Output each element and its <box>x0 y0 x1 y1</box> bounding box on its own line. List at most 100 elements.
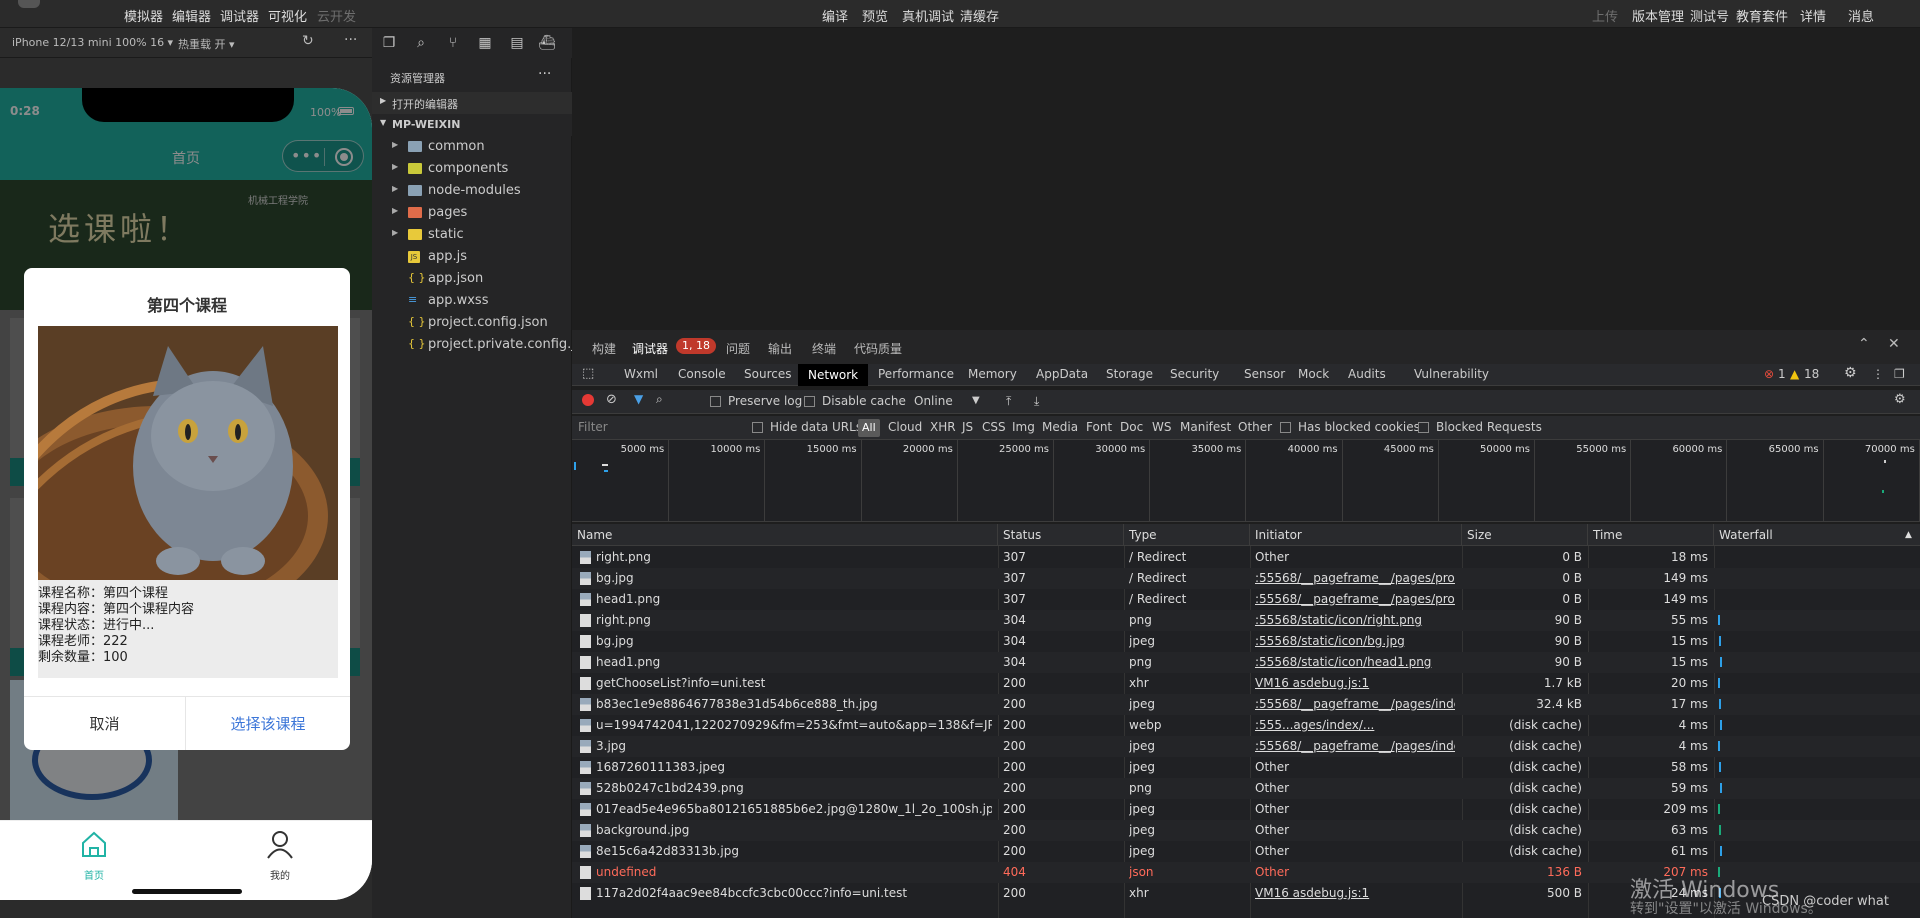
compile-button[interactable]: 编译 <box>822 6 848 25</box>
filter-media[interactable]: Media <box>1042 420 1078 434</box>
tab-debugger[interactable]: 调试器 <box>632 340 668 357</box>
blocked-cookies-checkbox[interactable] <box>1280 422 1291 433</box>
tab-vulnerability[interactable]: Vulnerability <box>1414 367 1489 381</box>
messages-button[interactable]: 消息 <box>1848 6 1874 25</box>
col-status[interactable]: Status <box>998 524 1124 546</box>
cancel-button[interactable]: 取消 <box>24 697 186 750</box>
menu-visual[interactable]: 可视化 <box>268 6 307 25</box>
tab-sources[interactable]: Sources <box>744 367 791 381</box>
filter-js[interactable]: JS <box>962 420 973 434</box>
filter-manifest[interactable]: Manifest <box>1180 420 1231 434</box>
gear-icon[interactable]: ⚙ <box>1844 365 1857 381</box>
cell-initiator[interactable]: VM16 asdebug.js:1 <box>1255 886 1455 900</box>
file-tree-item[interactable]: ▶ pages <box>372 202 572 224</box>
filter-css[interactable]: CSS <box>982 420 1006 434</box>
cell-initiator[interactable]: :55568/__pageframe__/pages/profile... <box>1255 571 1455 585</box>
tab-problems[interactable]: 问题 <box>726 340 750 357</box>
inspect-icon[interactable]: ⬚ <box>582 366 594 381</box>
table-row[interactable]: 8e15c6a42d83313b.jpg 200 jpeg Other (disk ca… <box>572 841 1920 862</box>
menu-editor[interactable]: 编辑器 <box>172 6 211 25</box>
table-row[interactable]: 1687260111383.jpeg 200 jpeg Other (disk cach… <box>572 757 1920 778</box>
table-row[interactable]: head1.png 304 png:55568/static/icon/head1.… <box>572 652 1920 673</box>
filter-doc[interactable]: Doc <box>1120 420 1143 434</box>
file-tree-item[interactable]: { } app.json <box>372 268 572 290</box>
filter-icon[interactable]: ▼ <box>634 392 643 406</box>
tab-performance[interactable]: Performance <box>878 367 954 381</box>
cell-initiator[interactable]: :55568/__pageframe__/pages/index/... <box>1255 739 1455 753</box>
menu-simulator[interactable]: 模拟器 <box>124 6 163 25</box>
kebab-menu-icon[interactable]: ⋮ <box>1872 367 1884 381</box>
file-tree-item[interactable]: ▶ static <box>372 224 572 246</box>
file-tree-item[interactable]: ▶ components <box>372 158 572 180</box>
table-row[interactable]: u=1994742041,1220270929&fm=253&fmt=auto&… <box>572 715 1920 736</box>
upload-button[interactable]: 上传 <box>1592 6 1618 25</box>
filter-cloud[interactable]: Cloud <box>888 420 922 434</box>
extensions-icon[interactable]: ▦ <box>476 34 494 52</box>
network-overview[interactable]: 5000 ms 10000 ms 15000 ms 20000 ms 25000 ms 3… <box>572 440 1920 522</box>
filter-img[interactable]: Img <box>1012 420 1035 434</box>
file-tree-item[interactable]: ▶ node-modules <box>372 180 572 202</box>
menu-debugger[interactable]: 调试器 <box>220 6 259 25</box>
filter-other[interactable]: Other <box>1238 420 1272 434</box>
chevron-up-icon[interactable]: ⌃ <box>1858 336 1870 352</box>
open-editors-section[interactable]: ▶ 打开的编辑器 <box>372 92 572 114</box>
table-row[interactable]: b83ec1e9e8864677838e31d54b6ce888_th.jpg 2… <box>572 694 1920 715</box>
more-icon[interactable]: ··· <box>344 32 357 48</box>
filter-all[interactable]: All <box>858 419 880 437</box>
source-control-icon[interactable]: ⑂ <box>444 34 462 52</box>
file-tree-item[interactable]: { } project.config.json <box>372 312 572 334</box>
table-row[interactable]: bg.jpg 304 jpeg:55568/static/icon/bg.jpg 90… <box>572 631 1920 652</box>
tab-console[interactable]: Console <box>678 367 726 381</box>
details-button[interactable]: 详情 <box>1800 6 1826 25</box>
docker-icon[interactable]: ⛴ <box>538 34 556 52</box>
tab-mock[interactable]: Mock <box>1298 367 1329 381</box>
filter-ws[interactable]: WS <box>1152 420 1171 434</box>
filter-font[interactable]: Font <box>1086 420 1112 434</box>
cell-initiator[interactable]: :55568/static/icon/right.png <box>1255 613 1455 627</box>
col-name[interactable]: Name <box>572 524 998 546</box>
table-row[interactable]: 3.jpg 200 jpeg:55568/__pageframe__/pages/i… <box>572 736 1920 757</box>
real-device-debug-button[interactable]: 真机调试 <box>902 6 954 25</box>
disable-cache-checkbox[interactable] <box>804 396 815 407</box>
tab-security[interactable]: Security <box>1170 367 1219 381</box>
blocked-requests-checkbox[interactable] <box>1418 422 1429 433</box>
network-settings-icon[interactable]: ⚙ <box>1894 392 1906 407</box>
col-type[interactable]: Type <box>1124 524 1250 546</box>
project-section[interactable]: ▼ MP-WEIXIN <box>372 114 572 136</box>
download-icon[interactable]: ⤓ <box>1034 394 1039 409</box>
table-row[interactable]: right.png 307 / Redirect Other 0 B 18 ms <box>572 547 1920 568</box>
debug-icon[interactable]: ▤ <box>508 34 526 52</box>
modal-mask[interactable]: 第四个课程 课程名称：第四个课程 课程内容：第四个课程内容 课程状态：进行中..… <box>0 88 372 820</box>
files-icon[interactable]: ❐ <box>380 34 398 52</box>
cell-initiator[interactable]: :55568/__pageframe__/pages/profile... <box>1255 592 1455 606</box>
col-time[interactable]: Time <box>1588 524 1714 546</box>
tab-code-quality[interactable]: 代码质量 <box>854 340 902 357</box>
cell-initiator[interactable]: :55568/__pageframe__/pages/index/... <box>1255 697 1455 711</box>
tab-memory[interactable]: Memory <box>968 367 1017 381</box>
file-tree-item[interactable]: { } project.private.config.js... <box>372 334 594 356</box>
tab-build[interactable]: 构建 <box>592 340 616 357</box>
tab-output[interactable]: 输出 <box>768 340 792 357</box>
tab-appdata[interactable]: AppData <box>1036 367 1088 381</box>
preserve-log-checkbox[interactable] <box>710 396 721 407</box>
cell-initiator[interactable]: :555...ages/index/... <box>1255 718 1455 732</box>
filter-input[interactable]: Filter <box>578 420 608 434</box>
upload-icon[interactable]: ⤒ <box>1006 394 1011 409</box>
cell-initiator[interactable]: :55568/static/icon/bg.jpg <box>1255 634 1455 648</box>
version-manage-button[interactable]: 版本管理 <box>1632 6 1684 25</box>
tab-sensor[interactable]: Sensor <box>1244 367 1285 381</box>
clear-icon[interactable]: ⊘ <box>606 392 617 407</box>
col-size[interactable]: Size <box>1462 524 1588 546</box>
clear-cache-button[interactable]: 清缓存 <box>960 6 999 25</box>
record-icon[interactable] <box>582 394 594 406</box>
hide-data-urls-checkbox[interactable] <box>752 422 763 433</box>
close-icon[interactable]: ✕ <box>1888 336 1900 352</box>
hot-reload-toggle[interactable]: 热重载 开 ▾ <box>178 36 235 52</box>
menu-cloud-dev[interactable]: 云开发 <box>317 6 356 25</box>
error-count[interactable]: 1 <box>1778 367 1786 381</box>
tab-audits[interactable]: Audits <box>1348 367 1386 381</box>
chevron-down-icon[interactable]: ▼ <box>972 395 980 406</box>
search-icon[interactable]: ⌕ <box>412 34 430 52</box>
tab-terminal[interactable]: 终端 <box>812 340 836 357</box>
table-row[interactable]: right.png 304 png:55568/static/icon/right.… <box>572 610 1920 631</box>
